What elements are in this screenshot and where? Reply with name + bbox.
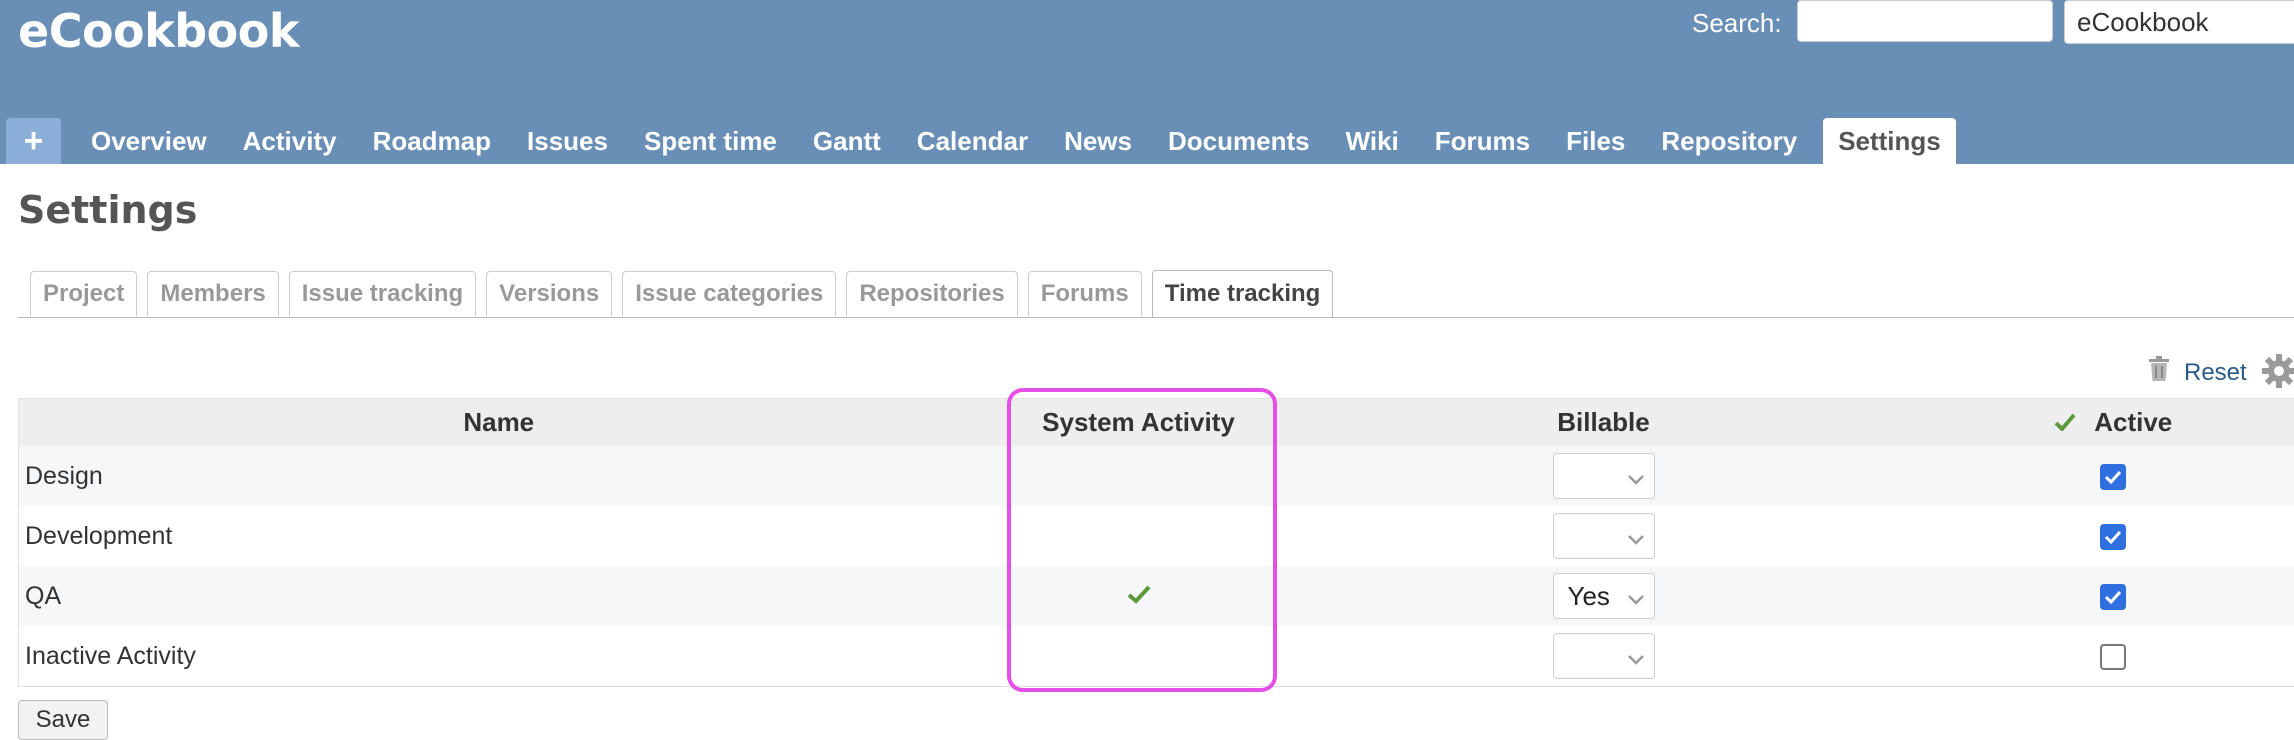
chevron-down-icon (1628, 641, 1644, 672)
column-header-active: Active (1909, 399, 2294, 447)
column-header-name: Name (19, 399, 979, 447)
reset-label: Reset (2184, 359, 2247, 387)
billable-select[interactable] (1553, 633, 1655, 679)
tab-issue-tracking[interactable]: Issue tracking (289, 271, 476, 316)
check-icon (1127, 582, 1151, 610)
active-cell (1909, 446, 2294, 506)
active-cell (1909, 566, 2294, 626)
header-bar: eCookbook Search: eCookbook + Overview A… (0, 0, 2294, 164)
active-checkbox[interactable] (2100, 524, 2126, 550)
table-row: Design (19, 446, 2294, 506)
menu-files[interactable]: Files (1556, 118, 1635, 164)
reset-link[interactable]: Reset (2148, 356, 2247, 389)
tab-project[interactable]: Project (30, 271, 137, 316)
active-cell (1909, 506, 2294, 566)
menu-gantt[interactable]: Gantt (803, 118, 891, 164)
menu-activity[interactable]: Activity (233, 118, 347, 164)
chevron-down-icon (1628, 521, 1644, 552)
menu-settings[interactable]: Settings (1823, 118, 1956, 164)
active-header-label: Active (2094, 407, 2172, 438)
billable-cell: Yes (1299, 566, 1909, 626)
trash-icon (2148, 356, 2170, 389)
billable-select[interactable] (1553, 513, 1655, 559)
tab-repositories[interactable]: Repositories (846, 271, 1017, 316)
activity-name: Development (19, 506, 979, 566)
billable-value: Yes (1568, 581, 1628, 612)
tab-forums[interactable]: Forums (1028, 271, 1142, 316)
main-menu: + Overview Activity Roadmap Issues Spent… (6, 118, 1972, 164)
menu-calendar[interactable]: Calendar (907, 118, 1038, 164)
billable-cell (1299, 506, 1909, 566)
billable-cell (1299, 446, 1909, 506)
chevron-down-icon (1628, 461, 1644, 492)
menu-documents[interactable]: Documents (1158, 118, 1320, 164)
settings-tabs: Project Members Issue tracking Versions … (18, 271, 2294, 318)
system-activity-cell (979, 626, 1299, 687)
column-header-billable: Billable (1299, 399, 1909, 447)
billable-cell (1299, 626, 1909, 687)
menu-wiki[interactable]: Wiki (1336, 118, 1409, 164)
search-input[interactable] (1797, 0, 2053, 42)
table-header-row: Name System Activity Billable Active (19, 399, 2294, 447)
search-label: Search: (1692, 8, 1782, 39)
menu-spent-time[interactable]: Spent time (634, 118, 787, 164)
activity-name: Design (19, 446, 979, 506)
billable-select[interactable] (1553, 453, 1655, 499)
tab-members[interactable]: Members (147, 271, 278, 316)
menu-news[interactable]: News (1054, 118, 1142, 164)
chevron-down-icon (1628, 581, 1644, 612)
project-jump-select[interactable]: eCookbook (2064, 0, 2294, 44)
tab-time-tracking[interactable]: Time tracking (1152, 270, 1334, 317)
active-checkbox[interactable] (2100, 644, 2126, 670)
active-cell (1909, 626, 2294, 687)
system-activity-cell (979, 506, 1299, 566)
app-title[interactable]: eCookbook (18, 4, 299, 58)
menu-overview[interactable]: Overview (81, 118, 217, 164)
check-all-icon[interactable] (2054, 407, 2076, 438)
column-header-system-activity: System Activity (979, 399, 1299, 447)
menu-roadmap[interactable]: Roadmap (363, 118, 501, 164)
system-activity-cell (979, 566, 1299, 626)
table-row: Inactive Activity (19, 626, 2294, 687)
table-row: Development (19, 506, 2294, 566)
new-object-button[interactable]: + (6, 118, 61, 164)
menu-issues[interactable]: Issues (517, 118, 618, 164)
tab-issue-categories[interactable]: Issue categories (622, 271, 836, 316)
save-button[interactable]: Save (18, 700, 108, 740)
billable-select[interactable]: Yes (1553, 573, 1655, 619)
active-checkbox[interactable] (2100, 584, 2126, 610)
system-activity-cell (979, 446, 1299, 506)
active-checkbox[interactable] (2100, 464, 2126, 490)
table-row: QA Yes (19, 566, 2294, 626)
menu-forums[interactable]: Forums (1425, 118, 1540, 164)
activity-name: Inactive Activity (19, 626, 979, 687)
time-activities-table: Name System Activity Billable Active Des… (18, 398, 2294, 687)
tab-versions[interactable]: Versions (486, 271, 612, 316)
page-title: Settings (18, 188, 197, 232)
activity-name: QA (19, 566, 979, 626)
gear-icon[interactable] (2262, 354, 2294, 393)
menu-repository[interactable]: Repository (1651, 118, 1807, 164)
